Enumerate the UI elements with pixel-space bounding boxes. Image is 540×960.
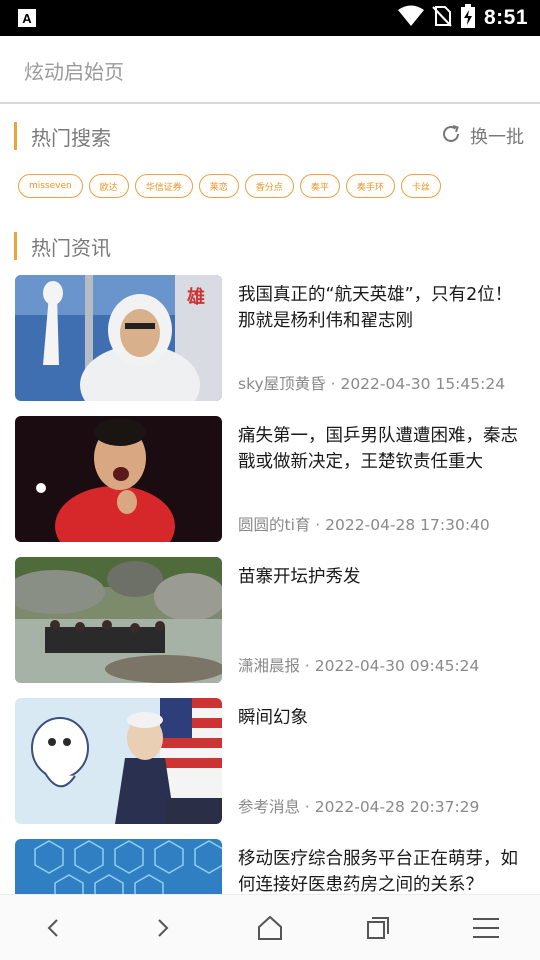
hot-news-header: 热门资讯: [14, 230, 111, 262]
refresh-label: 换一批: [470, 127, 524, 148]
news-item[interactable]: 苗寨开坛护秀发 潇湘晨报 · 2022-04-30 09:45:24: [15, 557, 535, 683]
search-tag[interactable]: 奏平: [299, 174, 340, 198]
tabs-icon[interactable]: [348, 903, 408, 953]
news-meta: 潇湘晨报 · 2022-04-30 09:45:24: [238, 657, 480, 675]
forward-icon[interactable]: [132, 903, 192, 953]
refresh-button[interactable]: 换一批: [440, 122, 524, 150]
news-thumbnail: 雄: [15, 275, 222, 401]
svg-text:雄: 雄: [186, 286, 205, 308]
home-icon[interactable]: [240, 903, 300, 953]
news-title: 移动医疗综合服务平台正在萌芽，如何连接好医患药房之间的关系？: [238, 849, 518, 895]
refresh-icon: [440, 123, 462, 150]
status-bar: A 8:51: [0, 0, 540, 36]
a-app-icon: A: [18, 9, 36, 27]
address-text: 炫动启始页: [24, 60, 124, 84]
news-title: 痛失第一，国乒男队遭遭困难，秦志戬或做新决定，王楚钦责任重大: [238, 426, 518, 472]
battery-charging-icon: [460, 4, 476, 32]
wifi-icon: [397, 5, 424, 31]
section-accent-bar: [14, 232, 17, 260]
address-bar[interactable]: 炫动启始页: [0, 36, 540, 104]
search-tag[interactable]: 奏手环: [345, 174, 395, 198]
bottom-navigation: [0, 894, 540, 960]
search-tag[interactable]: 香分点: [244, 174, 294, 198]
search-tag[interactable]: 卡丝: [400, 174, 441, 198]
hot-news-title: 热门资讯: [31, 235, 111, 260]
back-icon[interactable]: [24, 903, 84, 953]
clock: 8:51: [483, 6, 528, 29]
news-item[interactable]: 瞬间幻象 参考消息 · 2022-04-28 20:37:29: [15, 698, 535, 824]
hot-search-header: 热门搜索: [14, 120, 111, 152]
news-meta: 参考消息 · 2022-04-28 20:37:29: [238, 798, 480, 816]
menu-icon[interactable]: [456, 903, 516, 953]
news-title: 我国真正的“航天英雄”，只有2位！那就是杨利伟和翟志刚: [238, 285, 513, 331]
search-tag[interactable]: misseven: [18, 174, 83, 198]
search-tag[interactable]: 莱恋: [198, 174, 239, 198]
svg-text:A: A: [22, 11, 32, 26]
hot-search-tags: misseven 欧达 华信证券 莱恋 香分点 奏平 奏手环 卡丝: [18, 174, 441, 198]
news-item[interactable]: 痛失第一，国乒男队遭遭困难，秦志戬或做新决定，王楚钦责任重大 圆圆的ti育 · …: [15, 416, 535, 542]
search-tag[interactable]: 欧达: [88, 174, 129, 198]
hot-search-title: 热门搜索: [31, 125, 111, 150]
browser-screen: A 8:51 炫动启始页 热门搜索 换一批 misseven 欧达 华信证券 莱…: [0, 0, 540, 960]
news-title: 瞬间幻象: [238, 708, 308, 728]
news-meta: sky屋顶黄昏 · 2022-04-30 15:45:24: [238, 375, 506, 393]
news-meta: 圆圆的ti育 · 2022-04-28 17:30:40: [238, 516, 490, 534]
news-thumbnail: [15, 416, 222, 542]
search-tag[interactable]: 华信证券: [134, 174, 193, 198]
section-accent-bar: [14, 122, 17, 150]
news-item[interactable]: 雄 我国真正的“航天英雄”，只有2位！那就是杨利伟和翟志刚 sky屋顶黄昏 · …: [15, 275, 535, 401]
news-title: 苗寨开坛护秀发: [238, 567, 361, 587]
no-sim-icon: [432, 5, 452, 31]
news-thumbnail: [15, 557, 222, 683]
news-thumbnail: [15, 698, 222, 824]
